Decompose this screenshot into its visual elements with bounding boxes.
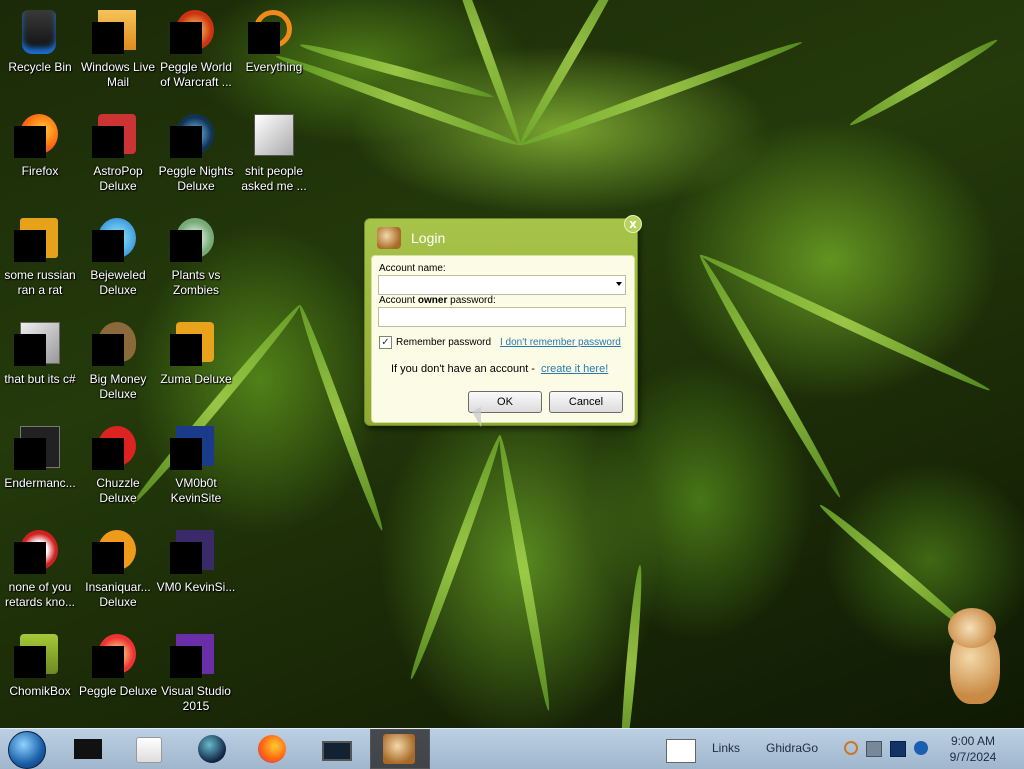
- taskbar-notepad-icon[interactable]: [664, 733, 696, 765]
- desktop-icon-insaniquarium-deluxe[interactable]: Insaniquar... Deluxe: [78, 522, 158, 626]
- taskbar-chomikbox-button[interactable]: [370, 729, 430, 769]
- wallpaper-leaf: [495, 434, 554, 712]
- redacted-block: [170, 542, 202, 574]
- taskbar-recycle-bin-icon[interactable]: [72, 733, 104, 765]
- cancel-button[interactable]: Cancel: [549, 391, 623, 413]
- password-label: Account owner password:: [379, 295, 496, 306]
- desktop-icon-big-money-deluxe[interactable]: Big Money Deluxe: [78, 314, 158, 418]
- hamster-desktop-pet[interactable]: [946, 606, 1004, 706]
- desktop-icon-everything[interactable]: Everything: [234, 2, 314, 106]
- redacted-block: [92, 334, 124, 366]
- chomikbox-icon: [377, 227, 401, 249]
- taskbar: Links GhidraGo 9:00 AM 9/7/2024: [0, 728, 1024, 769]
- desktop-icon-vm0b0t-kevinsite[interactable]: VM0b0t KevinSite: [156, 418, 236, 522]
- desktop-icon-endermanc[interactable]: Endermanc...: [0, 418, 80, 522]
- desktop-icon-astropop-deluxe[interactable]: AstroPop Deluxe: [78, 106, 158, 210]
- remember-password-checkbox[interactable]: ✓: [379, 336, 392, 349]
- desktop-icon-some-russian-ran-a-rat[interactable]: some russian ran a rat: [0, 210, 80, 314]
- dialog-title: Login: [411, 230, 446, 246]
- redacted-block: [14, 334, 46, 366]
- redacted-block: [92, 126, 124, 158]
- taskbar-media-player-icon[interactable]: [132, 733, 164, 765]
- ghidrago-toolbar-label[interactable]: GhidraGo: [766, 741, 818, 755]
- redacted-block: [14, 542, 46, 574]
- wallpaper-leaf: [617, 564, 645, 728]
- redacted-block: [170, 230, 202, 262]
- password-field[interactable]: [378, 307, 626, 327]
- desktop-icon-chuzzle-deluxe[interactable]: Chuzzle Deluxe: [78, 418, 158, 522]
- clock-date: 9/7/2024: [949, 750, 997, 764]
- desktop-icon-vm0-kevinsi[interactable]: VM0 KevinSi...: [156, 522, 236, 626]
- desktop-icon-visual-studio-2015[interactable]: Visual Studio 2015: [156, 626, 236, 728]
- desktop-icon-bejeweled-deluxe[interactable]: Bejeweled Deluxe: [78, 210, 158, 314]
- chevron-down-icon[interactable]: [616, 282, 622, 286]
- taskbar-monitor-icon[interactable]: [320, 733, 352, 765]
- hamster-head: [948, 608, 996, 648]
- monitor-icon[interactable]: [890, 741, 906, 757]
- desktop-icon-peggle-nights-deluxe[interactable]: Peggle Nights Deluxe: [156, 106, 236, 210]
- desktop-icon-none-of-you[interactable]: none of you retards kno...: [0, 522, 80, 626]
- search-icon[interactable]: [844, 741, 858, 755]
- redacted-block: [14, 646, 46, 678]
- desktop-icon-recycle-bin[interactable]: Recycle Bin: [0, 2, 80, 106]
- redacted-block: [92, 646, 124, 678]
- redacted-block: [248, 22, 280, 54]
- desktop-icon-chomikbox[interactable]: ChomikBox: [0, 626, 80, 728]
- redacted-block: [14, 230, 46, 262]
- clock-time: 9:00 AM: [950, 734, 996, 748]
- login-dialog: Login x Account name: Account owner pass…: [364, 215, 642, 426]
- desktop-icon-zuma-deluxe[interactable]: Zuma Deluxe: [156, 314, 236, 418]
- network-icon[interactable]: [866, 741, 882, 757]
- redacted-block: [92, 542, 124, 574]
- remember-password-label: Remember password: [396, 337, 492, 348]
- desktop-icon-plants-vs-zombies[interactable]: Plants vs Zombies: [156, 210, 236, 314]
- redacted-block: [170, 334, 202, 366]
- redacted-block: [170, 438, 202, 470]
- desktop-icon-peggle-world-of-warcraft[interactable]: Peggle World of Warcraft ...: [156, 2, 236, 106]
- volume-icon[interactable]: [914, 741, 928, 755]
- desktop-icon-windows-live-mail[interactable]: Windows Live Mail: [78, 2, 158, 106]
- desktop-icon-peggle-deluxe[interactable]: Peggle Deluxe: [78, 626, 158, 728]
- recycle-bin-icon: [22, 10, 56, 54]
- redacted-block: [92, 438, 124, 470]
- redacted-block: [14, 126, 46, 158]
- desktop-wallpaper: Recycle Bin Firefox some russian ran a r…: [0, 0, 1024, 728]
- no-account-text: If you don't have an account -: [391, 363, 535, 375]
- document-icon: [254, 114, 294, 156]
- create-account-link[interactable]: create it here!: [541, 363, 608, 375]
- wallpaper-leaf: [518, 37, 804, 150]
- system-clock[interactable]: 9:00 AM 9/7/2024: [940, 733, 1006, 765]
- dialog-titlebar[interactable]: Login: [375, 225, 625, 253]
- redacted-block: [92, 230, 124, 262]
- wallpaper-leaf: [406, 433, 505, 682]
- desktop-icon-shit-people-asked-me[interactable]: shit people asked me ...: [234, 106, 314, 210]
- account-name-combobox[interactable]: [378, 275, 626, 295]
- close-icon[interactable]: x: [624, 215, 642, 233]
- desktop-icon-that-but-its-csharp[interactable]: that but its c#: [0, 314, 80, 418]
- account-name-label: Account name:: [379, 263, 446, 274]
- desktop-icon-firefox[interactable]: Firefox: [0, 106, 80, 210]
- chomikbox-icon: [383, 734, 415, 764]
- wallpaper-leaf: [847, 35, 1000, 130]
- forgot-password-link[interactable]: I don't remember password: [500, 337, 621, 348]
- redacted-block: [170, 126, 202, 158]
- links-toolbar-label[interactable]: Links: [712, 741, 740, 755]
- redacted-block: [14, 438, 46, 470]
- redacted-block: [92, 22, 124, 54]
- taskbar-firefox-icon[interactable]: [256, 733, 288, 765]
- taskbar-globe-icon[interactable]: [196, 733, 228, 765]
- start-button[interactable]: [8, 731, 46, 769]
- redacted-block: [170, 22, 202, 54]
- redacted-block: [170, 646, 202, 678]
